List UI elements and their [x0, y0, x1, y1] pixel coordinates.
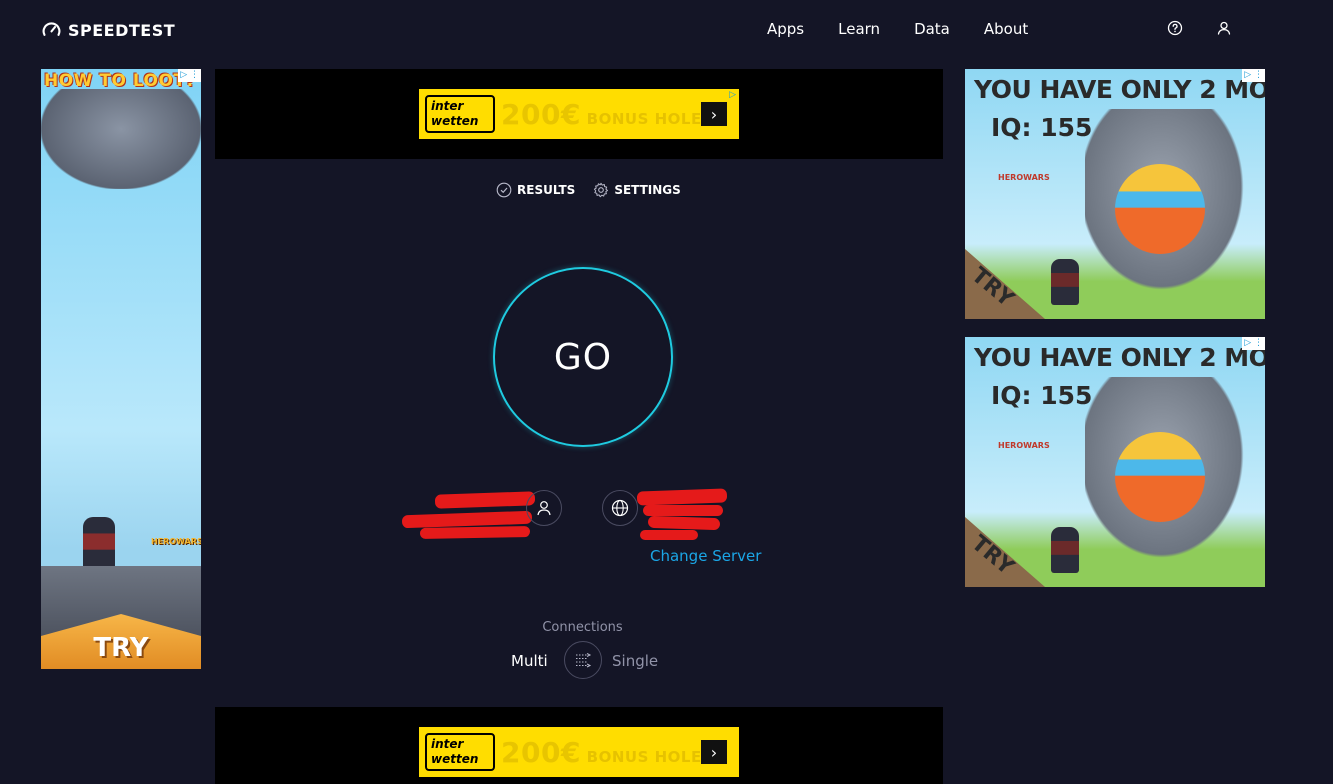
ad-try-button[interactable]: TRY [965, 249, 1045, 319]
nav-about[interactable]: About [984, 19, 1028, 39]
server-globe-icon [602, 490, 638, 526]
ad-treasure-illustration [1115, 432, 1205, 522]
speedtest-tabs: RESULTS SETTINGS [496, 182, 681, 198]
ad-title: YOU HAVE ONLY 2 MOVES [974, 75, 1265, 104]
bottom-banner-ad[interactable]: inter wetten 200€ BONUS HOLEN. › [215, 707, 943, 784]
logo-line-1: inter [431, 737, 464, 751]
isp-redaction-3 [419, 526, 531, 539]
isp-user-icon [526, 490, 562, 526]
ad-title: YOU HAVE ONLY 2 MOVES [974, 343, 1265, 372]
interwetten-logo: inter wetten [425, 95, 495, 133]
ad-rock-illustration [41, 89, 201, 189]
nav-data[interactable]: Data [914, 19, 950, 39]
connections-label: Connections [0, 620, 1165, 635]
go-button-label: GO [553, 336, 613, 378]
check-circle-icon [496, 182, 512, 198]
ad-hero-illustration [1051, 527, 1079, 573]
logo-line-2: wetten [431, 114, 479, 128]
chevron-right-icon[interactable]: › [701, 740, 727, 764]
ad-try-button[interactable]: TRY [965, 517, 1045, 587]
ad-brand: HEROWARS [998, 441, 1050, 450]
banner-creative[interactable]: inter wetten 200€ BONUS HOLEN. › [419, 727, 739, 777]
rect-ad-2[interactable]: YOU HAVE ONLY 2 MOVES IQ: 155 HEROWARS T… [965, 337, 1265, 587]
connections-single-option[interactable]: Single [612, 652, 658, 670]
skyscraper-ad[interactable]: HOW TO LOOT? HEROWARS TRY ▷ ⋮ [41, 69, 201, 669]
ad-try-label: TRY [966, 262, 1019, 313]
connections-toggle[interactable] [564, 641, 602, 679]
server-redaction-2 [643, 505, 723, 516]
tab-results[interactable]: RESULTS [496, 182, 575, 198]
ad-brand: HEROWARS [998, 173, 1050, 182]
banner-creative[interactable]: inter wetten 200€ BONUS HOLEN. › [419, 89, 739, 139]
speedometer-icon [42, 21, 61, 36]
gear-icon [594, 182, 609, 198]
ad-choices-icon[interactable]: ▷ [727, 89, 738, 102]
server-redaction-4 [640, 530, 698, 540]
banner-offer: 200€ BONUS HOLEN. [501, 736, 721, 769]
banner-amount: 200€ [501, 97, 581, 131]
go-button[interactable]: GO [493, 267, 673, 447]
connections-multi-option[interactable]: Multi [511, 652, 548, 670]
interwetten-logo: inter wetten [425, 733, 495, 771]
ad-choices-icon[interactable]: ▷ ⋮ [178, 69, 201, 82]
tab-settings-label: SETTINGS [614, 183, 681, 197]
globe-icon [611, 499, 629, 517]
banner-amount: 200€ [501, 735, 581, 769]
server-redaction-3 [647, 515, 721, 531]
ad-brand: HEROWARS [151, 537, 201, 546]
change-server-link[interactable]: Change Server [650, 547, 761, 565]
main-nav: Apps Learn Data About [767, 19, 1028, 39]
logo-line-2: wetten [431, 752, 479, 766]
logo-line-1: inter [431, 99, 464, 113]
server-redaction-1 [636, 488, 728, 506]
user-icon [537, 501, 551, 516]
help-icon[interactable] [1167, 20, 1183, 36]
nav-apps[interactable]: Apps [767, 19, 804, 39]
tab-settings[interactable]: SETTINGS [593, 182, 681, 198]
ad-hero-illustration [1051, 259, 1079, 305]
ad-iq-text: IQ: 155 [991, 381, 1093, 410]
logo-text: SPEEDTEST [68, 20, 176, 40]
ad-hero-illustration [83, 517, 115, 571]
multi-connection-icon [576, 653, 592, 668]
banner-offer: 200€ BONUS HOLEN. [501, 98, 721, 131]
chevron-right-icon[interactable]: › [701, 102, 727, 126]
nav-learn[interactable]: Learn [838, 19, 880, 39]
ad-try-label: TRY [966, 530, 1019, 581]
ad-iq-text: IQ: 155 [991, 113, 1093, 142]
ad-choices-icon[interactable]: ▷ ⋮ [1242, 337, 1265, 350]
tab-results-label: RESULTS [517, 183, 576, 197]
rect-ad-1[interactable]: YOU HAVE ONLY 2 MOVES IQ: 155 HEROWARS T… [965, 69, 1265, 319]
speedtest-logo[interactable]: SPEEDTEST [41, 19, 175, 41]
user-icon[interactable] [1216, 20, 1232, 36]
isp-redaction-1 [434, 491, 536, 509]
top-banner-ad[interactable]: inter wetten 200€ BONUS HOLEN. › ▷ [215, 69, 943, 159]
ad-choices-icon[interactable]: ▷ ⋮ [1242, 69, 1265, 82]
connections-label-text: Connections [542, 620, 623, 635]
ad-treasure-illustration [1115, 164, 1205, 254]
ad-title: HOW TO LOOT? [44, 71, 196, 91]
